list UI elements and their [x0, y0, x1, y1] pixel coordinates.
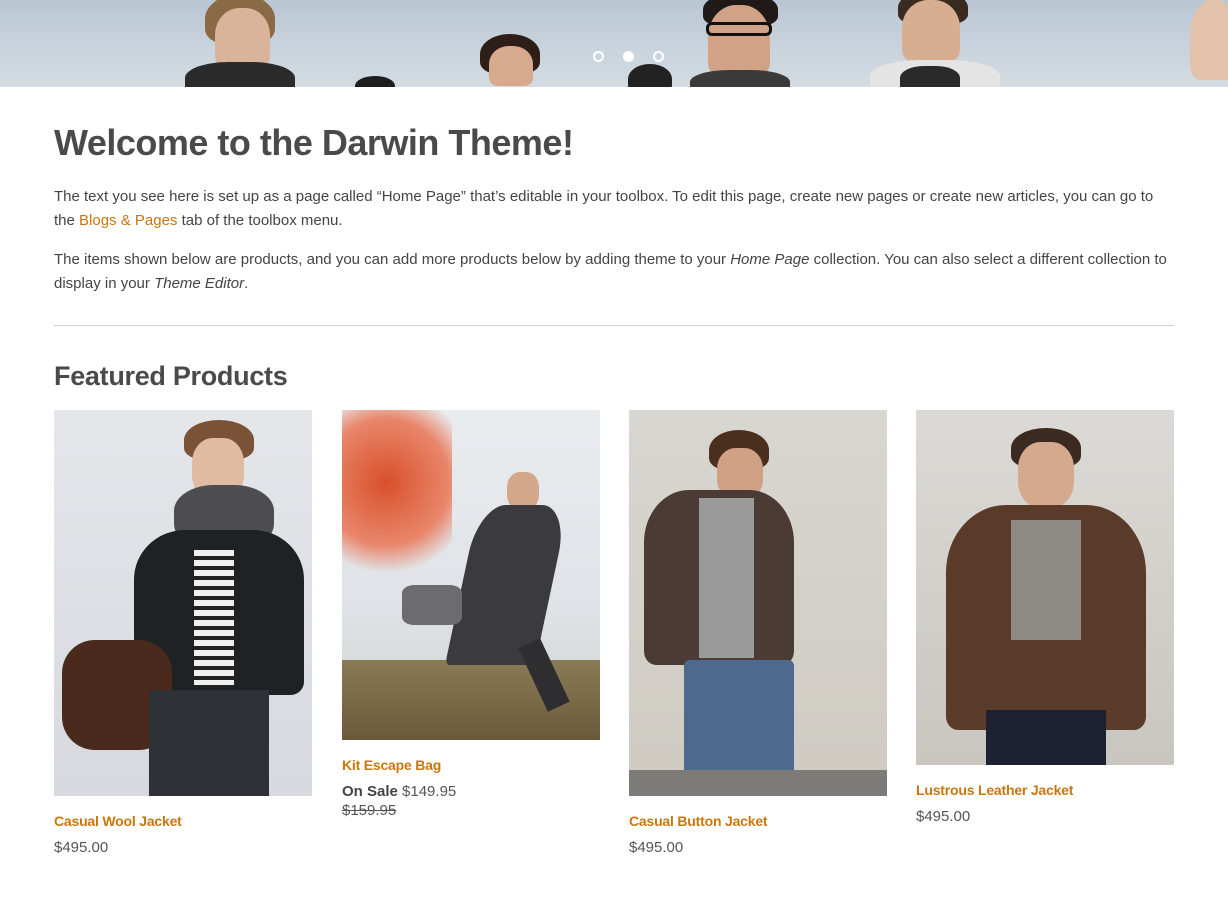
product-price: $495.00 — [54, 839, 109, 856]
product-price: $495.00 — [629, 839, 684, 856]
product-grid: Casual Wool Jacket $495.00 Kit Escape Ba… — [54, 410, 1174, 880]
intro-text-span: tab of the toolbox menu. — [177, 212, 343, 229]
hero-image — [0, 0, 1228, 87]
intro-text-span: . — [244, 275, 249, 292]
featured-products-heading: Featured Products — [54, 361, 288, 391]
intro-paragraph-1: The text you see here is set up as a pag… — [54, 185, 1174, 233]
hero-slide-dots — [593, 51, 664, 62]
theme-editor-emphasis: Theme Editor — [154, 275, 245, 292]
product-price: $495.00 — [916, 808, 971, 825]
home-page-emphasis: Home Page — [730, 251, 810, 268]
product-image-kit-escape-bag[interactable] — [342, 410, 600, 740]
section-divider — [54, 325, 1174, 326]
product-title[interactable]: Casual Button Jacket — [629, 813, 887, 829]
product-card: Lustrous Leather Jacket $495.00 — [916, 410, 1174, 825]
product-image-casual-wool-jacket[interactable] — [54, 410, 312, 796]
slide-dot-1[interactable] — [593, 51, 604, 62]
intro-text: The text you see here is set up as a pag… — [54, 185, 1174, 296]
product-card: Casual Wool Jacket $495.00 — [54, 410, 312, 856]
slide-dot-3[interactable] — [653, 51, 664, 62]
on-sale-label: On Sale — [342, 783, 398, 800]
main-content: Welcome to the Darwin Theme! The text yo… — [54, 87, 1174, 856]
product-compare-price: $159.95 — [342, 802, 397, 819]
product-image-lustrous-leather-jacket[interactable] — [916, 410, 1174, 765]
product-title[interactable]: Lustrous Leather Jacket — [916, 782, 1174, 798]
product-image-casual-button-jacket[interactable] — [629, 410, 887, 796]
intro-paragraph-2: The items shown below are products, and … — [54, 248, 1174, 296]
hero-banner — [0, 0, 1228, 87]
product-card: Kit Escape Bag On Sale $149.95 $159.95 — [342, 410, 600, 819]
product-card: Casual Button Jacket $495.00 — [629, 410, 887, 856]
product-title[interactable]: Casual Wool Jacket — [54, 813, 312, 829]
product-title[interactable]: Kit Escape Bag — [342, 757, 600, 773]
slide-dot-2[interactable] — [623, 51, 634, 62]
product-price: $149.95 — [402, 783, 457, 800]
product-price-row: On Sale $149.95 — [342, 783, 600, 800]
intro-text-span: The items shown below are products, and … — [54, 251, 731, 268]
page-title: Welcome to the Darwin Theme! — [54, 122, 574, 163]
blogs-pages-link[interactable]: Blogs & Pages — [79, 212, 177, 229]
